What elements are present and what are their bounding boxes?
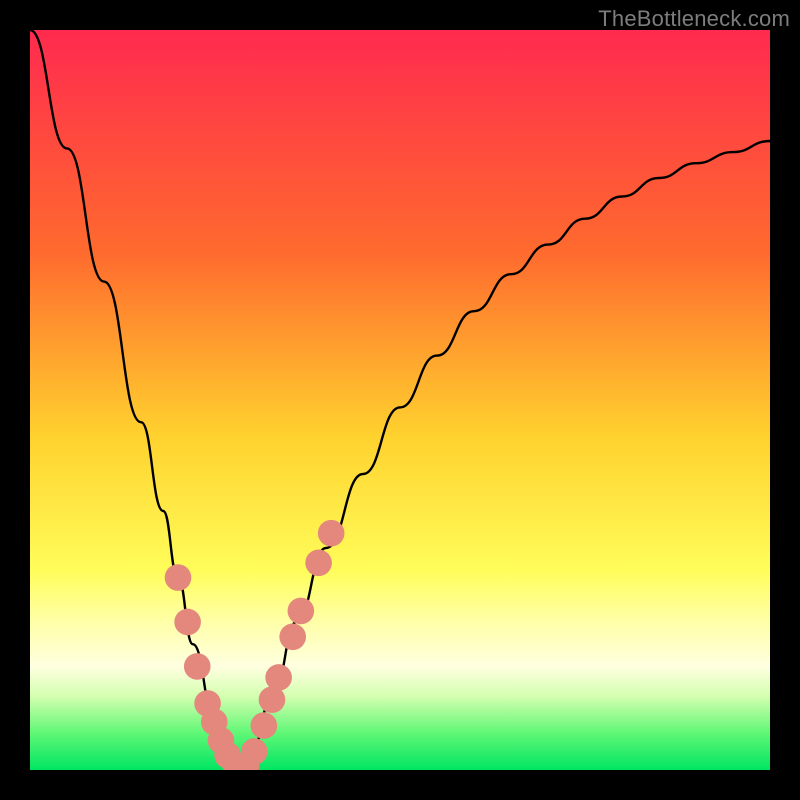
data-marker	[288, 598, 315, 625]
chart-svg	[30, 30, 770, 770]
plot-frame	[30, 30, 770, 770]
data-marker	[184, 653, 211, 680]
data-marker	[305, 549, 332, 576]
watermark-text: TheBottleneck.com	[598, 6, 790, 32]
data-marker	[251, 712, 278, 739]
data-marker	[318, 520, 345, 547]
data-marker	[265, 664, 292, 691]
data-marker	[279, 623, 306, 650]
data-marker	[165, 564, 192, 591]
data-marker	[174, 609, 201, 636]
bottleneck-curve	[30, 30, 770, 770]
data-marker	[241, 738, 268, 765]
